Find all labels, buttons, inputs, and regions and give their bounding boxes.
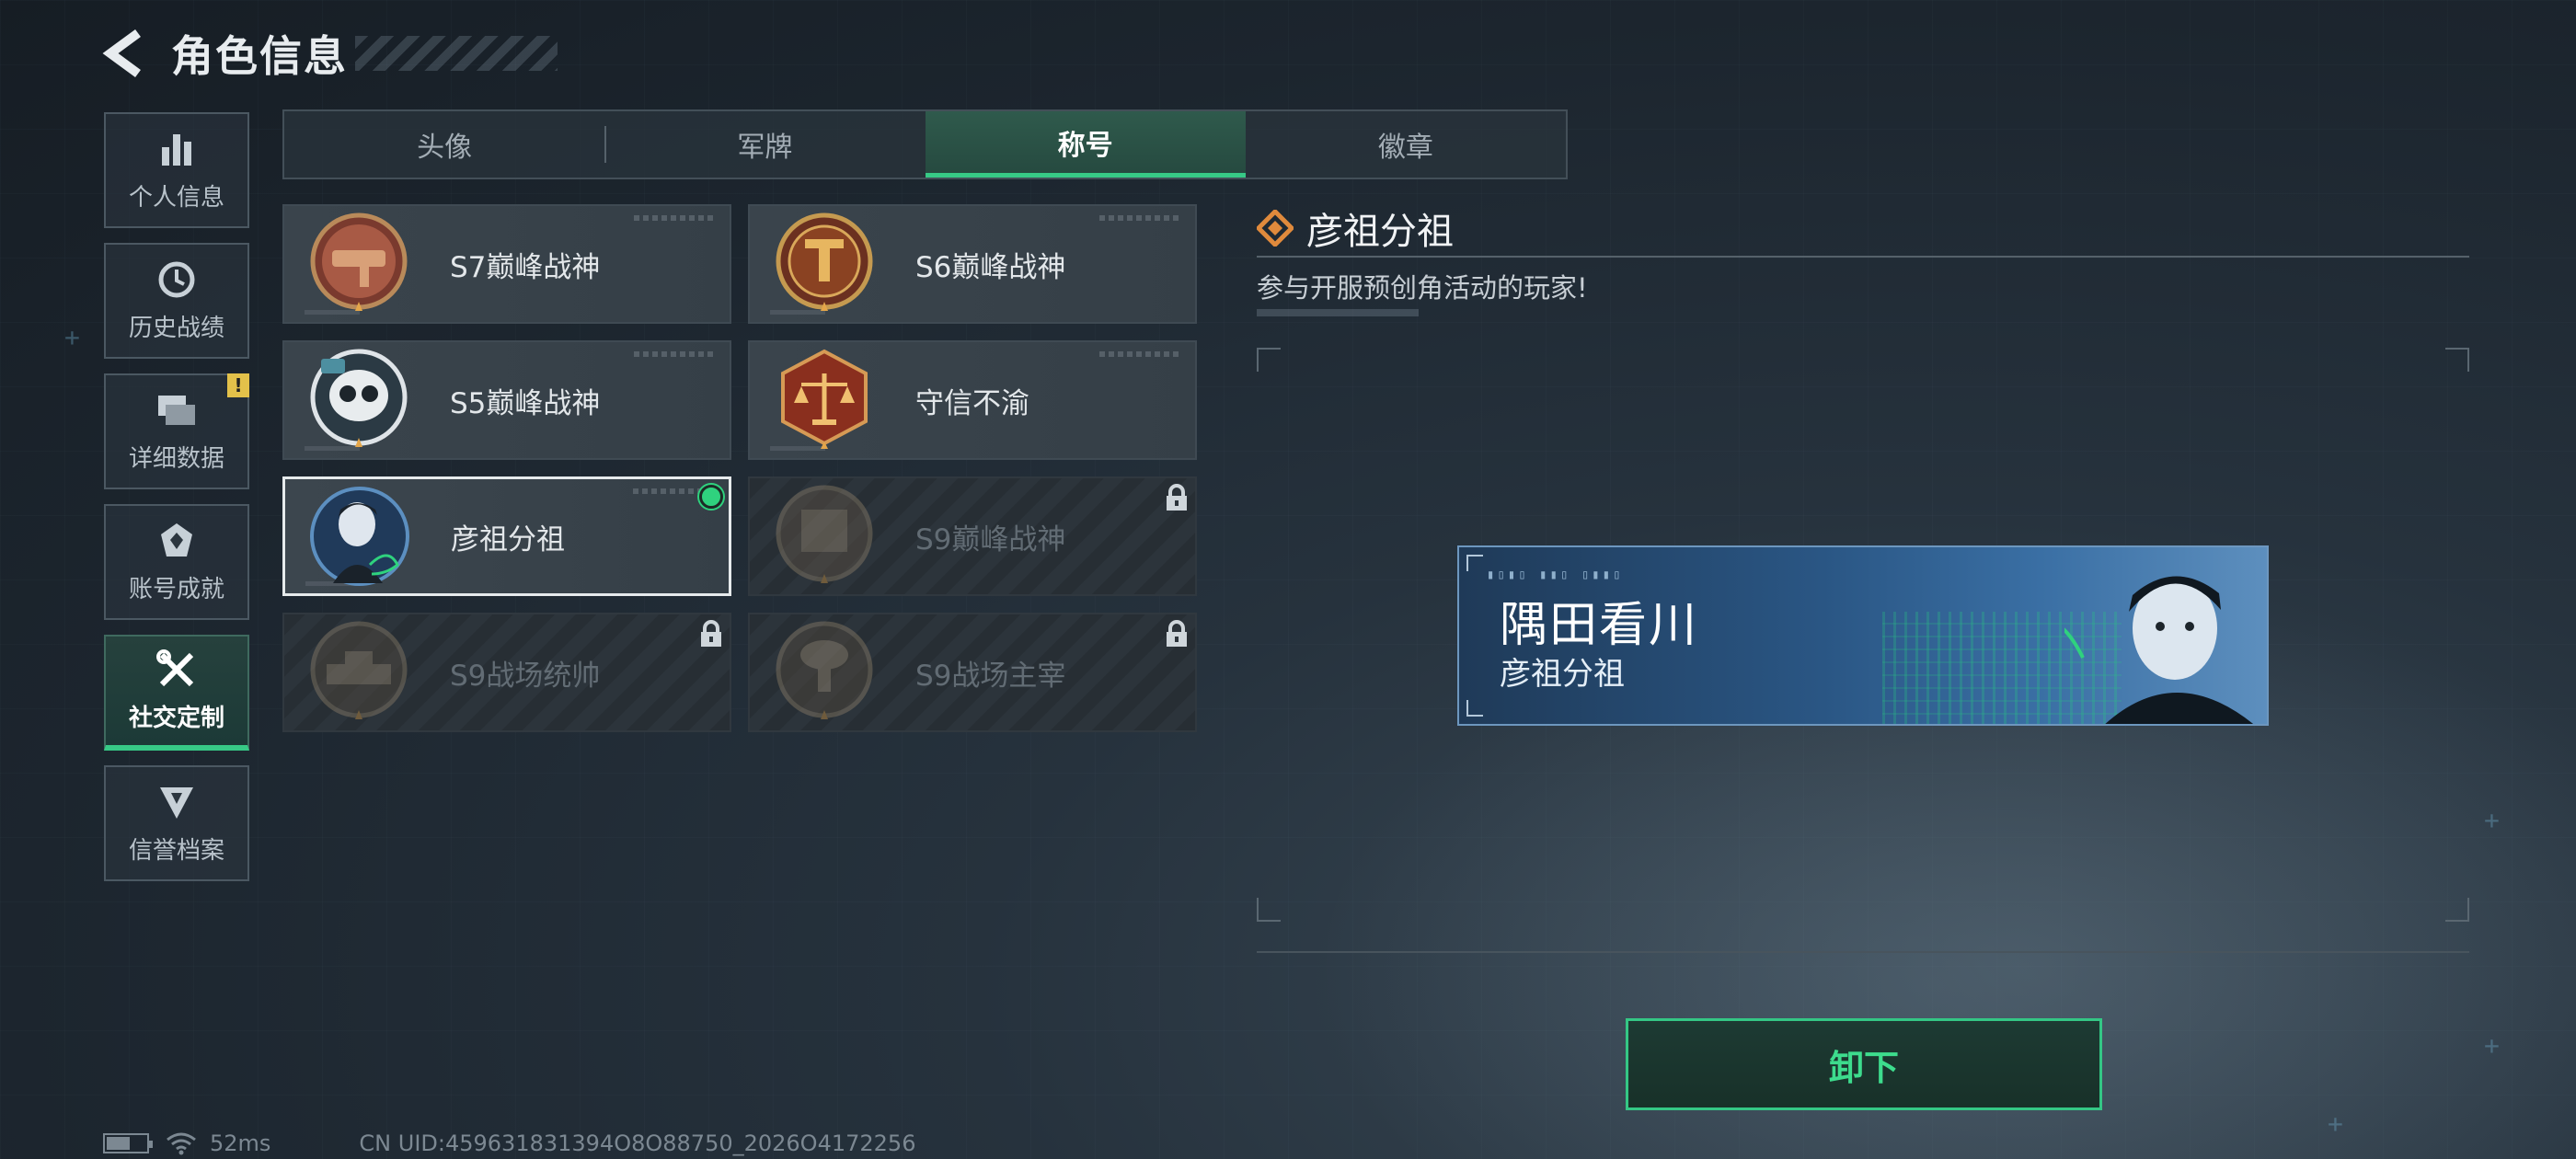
sidebar-item-label: 信誉档案	[128, 836, 224, 865]
warning-badge: !	[227, 373, 249, 397]
equipped-indicator	[699, 485, 723, 509]
nameplate-preview: ▮▯▮▯ ▮▮▯ ▯▮▮▯ 隅田看川 彦祖分祖	[1457, 545, 2269, 726]
page-header: 角色信息	[101, 18, 558, 87]
sidebar-item-achievements[interactable]: 账号成就	[104, 504, 249, 620]
s5-emblem-icon	[305, 346, 413, 454]
sidebar-item-label: 社交定制	[128, 704, 224, 732]
title-card[interactable]: S7巅峰战神	[282, 204, 731, 324]
wifi-icon	[167, 1132, 196, 1155]
frame-corner	[2445, 898, 2469, 922]
sidebar-item-personal-info[interactable]: 个人信息	[104, 112, 249, 228]
sidebar: 个人信息 历史战绩 ! 详细数据 账号成就 社交定制 信誉档案	[104, 112, 249, 896]
title-name: 守信不渝	[915, 386, 1029, 420]
reputation-icon	[156, 782, 197, 822]
detail-description: 参与开服预创角活动的玩家!	[1257, 272, 1588, 304]
lock-icon	[698, 620, 724, 648]
title-card-locked[interactable]: S9战场统帅	[282, 613, 731, 732]
decor-plus: +	[64, 322, 80, 352]
battery-icon	[103, 1133, 153, 1153]
portrait-signature-icon	[2064, 576, 2253, 724]
lock-icon	[1164, 484, 1190, 511]
title-card-selected[interactable]: 彦祖分祖	[282, 476, 731, 596]
sidebar-item-label: 账号成就	[128, 575, 224, 603]
tab-title[interactable]: 称号	[925, 111, 1246, 178]
nameplate-title: 彦祖分祖	[1500, 656, 1625, 693]
nameplate-player-name: 隅田看川	[1500, 598, 1699, 653]
title-grid: S7巅峰战神 S6巅峰战神 S5巅峰战神 守信不渝 彦祖分祖 S9巅峰战神 S9…	[282, 204, 1197, 732]
status-footer: 52ms CN UID:459631831394O8O88750_2026O41…	[103, 1130, 915, 1157]
title-name: S5巅峰战神	[450, 386, 601, 420]
unequip-button[interactable]: 卸下	[1626, 1018, 2102, 1110]
title-name: S9巅峰战神	[915, 522, 1066, 557]
back-arrow-icon[interactable]	[101, 26, 151, 81]
portrait-emblem-icon	[305, 482, 414, 591]
sidebar-item-label: 详细数据	[128, 444, 224, 473]
s7-emblem-icon	[305, 210, 413, 318]
frame-corner	[1257, 898, 1281, 922]
sidebar-item-reputation[interactable]: 信誉档案	[104, 765, 249, 881]
sidebar-item-label: 历史战绩	[128, 314, 224, 342]
achievement-icon	[156, 521, 197, 561]
bar-chart-icon	[156, 129, 197, 169]
sidebar-item-social-custom[interactable]: 社交定制	[104, 635, 249, 751]
history-clock-icon	[156, 259, 197, 300]
title-card[interactable]: 守信不渝	[748, 340, 1197, 460]
tools-icon	[156, 648, 197, 690]
tab-dog-tag[interactable]: 军牌	[604, 111, 925, 178]
decor-plus: +	[2484, 805, 2500, 835]
page-title: 角色信息	[171, 30, 348, 81]
s9-commander-emblem-icon	[305, 618, 413, 727]
title-card[interactable]: S6巅峰战神	[748, 204, 1197, 324]
title-name: S6巅峰战神	[915, 250, 1066, 284]
frame-corner	[1257, 348, 1281, 372]
unequip-label: 卸下	[1828, 1047, 1899, 1088]
tab-badge[interactable]: 徽章	[1246, 111, 1566, 178]
description-decoration	[1257, 309, 1419, 316]
s9-dominator-emblem-icon	[770, 618, 879, 727]
uid-text: CN UID:459631831394O8O88750_2026O4172256	[359, 1130, 916, 1156]
title-decoration	[355, 35, 558, 71]
diamond-title-icon	[1255, 208, 1295, 248]
s6-emblem-icon	[770, 210, 879, 318]
title-card-locked[interactable]: S9战场主宰	[748, 613, 1197, 732]
sidebar-item-label: 个人信息	[128, 183, 224, 212]
decor-plus: +	[2484, 1030, 2500, 1061]
title-card[interactable]: S5巅峰战神	[282, 340, 731, 460]
title-name: S7巅峰战神	[450, 250, 601, 284]
title-name: S9战场统帅	[450, 659, 601, 693]
sidebar-item-history[interactable]: 历史战绩	[104, 243, 249, 359]
tab-avatar[interactable]: 头像	[284, 111, 604, 178]
folder-data-icon	[156, 390, 197, 430]
sidebar-item-detailed-data[interactable]: ! 详细数据	[104, 373, 249, 489]
title-name: S9战场主宰	[915, 659, 1066, 693]
detail-header: 彦祖分祖	[1255, 201, 2469, 258]
nameplate-code-decoration: ▮▯▮▯ ▮▮▯ ▯▮▮▯	[1487, 568, 1624, 582]
title-card-locked[interactable]: S9巅峰战神	[748, 476, 1197, 596]
category-tabs: 头像 军牌 称号 徽章	[282, 109, 1568, 179]
s9-emblem-icon	[770, 482, 879, 591]
ping-value: 52ms	[210, 1130, 271, 1156]
justice-scale-icon	[770, 346, 879, 454]
title-name: 彦祖分祖	[451, 522, 565, 557]
frame-corner	[2445, 348, 2469, 372]
detail-divider	[1257, 951, 2469, 953]
decor-plus: +	[2328, 1108, 2343, 1139]
detail-title: 彦祖分祖	[1306, 211, 1454, 253]
lock-icon	[1164, 620, 1190, 648]
